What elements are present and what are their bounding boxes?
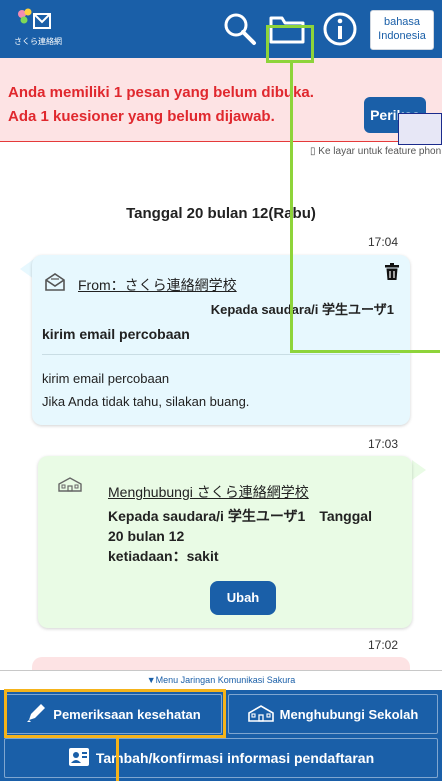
message-body-line: kirim email percobaan bbox=[42, 371, 170, 386]
health-check-label: Pemeriksaan kesehatan bbox=[53, 706, 201, 722]
unread-message-text: Anda memiliki 1 pesan yang belum dibuka. bbox=[8, 84, 314, 101]
absence-detail-line: Kepada saudara/i 学生ユーザ1 Tanggal bbox=[108, 508, 372, 524]
lang-line1: bahasa bbox=[383, 16, 421, 28]
email-message-card[interactable]: From：さくら連絡網学校 Kepada saudara/i 学生ユーザ1 ki… bbox=[32, 255, 410, 425]
message-time: 17:02 bbox=[368, 638, 399, 652]
contact-school-label: Menghubungi Sekolah bbox=[279, 706, 419, 722]
absence-detail-line: 20 bulan 12 bbox=[108, 528, 185, 544]
date-heading: Tanggal 20 bulan 12(Rabu) bbox=[126, 205, 316, 222]
school-icon bbox=[58, 476, 82, 497]
language-button[interactable]: bahasa Indonesia bbox=[370, 10, 434, 50]
unanswered-survey-text: Ada 1 kuesioner yang belum dijawab. bbox=[8, 108, 275, 125]
contact-school-link[interactable]: Menghubungi さくら連絡網学校 bbox=[108, 482, 309, 502]
envelope-icon bbox=[44, 273, 66, 296]
health-check-button[interactable]: Pemeriksaan kesehatan bbox=[4, 694, 222, 734]
message-time: 17:03 bbox=[368, 437, 399, 451]
message-recipient: Kepada saudara/i 学生ユーザ1 bbox=[210, 302, 394, 317]
trash-icon[interactable] bbox=[384, 263, 400, 286]
folder-icon[interactable] bbox=[265, 8, 309, 50]
absence-detail: Kepada saudara/i 学生ユーザ1 Tanggal 20 bulan… bbox=[108, 506, 408, 566]
message-sender-link[interactable]: From：さくら連絡網学校 bbox=[78, 275, 237, 295]
overlay-box bbox=[398, 113, 442, 145]
app-logo[interactable]: さくら連絡網 bbox=[14, 6, 74, 52]
app-header: さくら連絡網 bahasa Indonesia bbox=[0, 0, 442, 58]
search-icon[interactable] bbox=[218, 8, 262, 50]
logo-icon bbox=[18, 8, 51, 29]
edit-button[interactable]: Ubah bbox=[210, 581, 276, 615]
message-card-partial[interactable] bbox=[32, 657, 410, 671]
contact-school-button[interactable]: Menghubungi Sekolah bbox=[228, 694, 438, 734]
message-divider bbox=[42, 354, 400, 355]
absence-reason: ketiadaan：sakit bbox=[108, 548, 219, 564]
sakura-menu-toggle[interactable]: ▼Menu Jaringan Komunikasi Sakura bbox=[0, 670, 442, 690]
phone-icon: ▯ bbox=[310, 146, 316, 157]
message-body-line: Jika Anda tidak tahu, silakan buang. bbox=[42, 394, 250, 409]
info-icon[interactable] bbox=[318, 8, 362, 50]
registration-info-label: Tambah/konfirmasi informasi pendaftaran bbox=[95, 750, 375, 766]
absence-contact-card[interactable]: Menghubungi さくら連絡網学校 Kepada saudara/i 学生… bbox=[38, 456, 412, 628]
pencil-icon bbox=[25, 702, 47, 727]
message-time: 17:04 bbox=[368, 235, 399, 249]
feature-phone-link-text: Ke layar untuk feature phon bbox=[318, 146, 442, 157]
message-subject: kirim email percobaan bbox=[42, 326, 190, 342]
registration-info-button[interactable]: Tambah/konfirmasi informasi pendaftaran bbox=[4, 738, 438, 778]
school-icon bbox=[247, 704, 274, 725]
lang-line2: Indonesia bbox=[378, 30, 426, 42]
logo-text: さくら連絡網 bbox=[14, 37, 62, 46]
feature-phone-link[interactable]: ▯ Ke layar untuk feature phon bbox=[310, 146, 441, 157]
id-card-icon bbox=[68, 747, 90, 770]
message-bubble-tail bbox=[412, 460, 426, 480]
